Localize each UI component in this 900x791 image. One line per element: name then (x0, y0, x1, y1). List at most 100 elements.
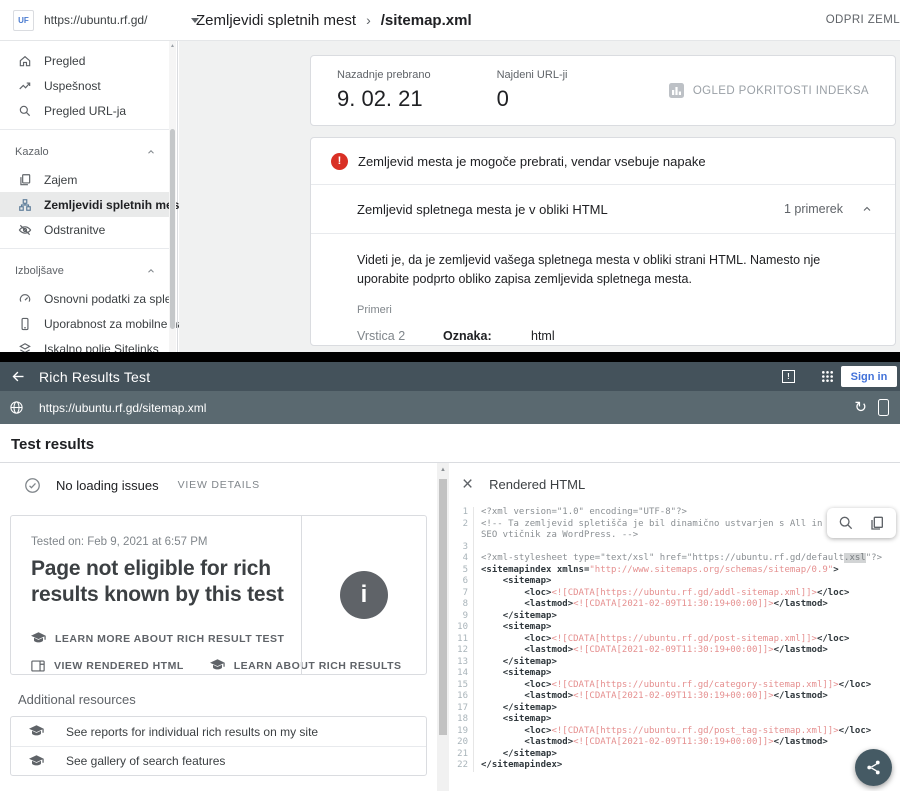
check-circle-icon (24, 477, 41, 494)
graduation-cap-icon (29, 725, 44, 738)
sidebar-item-uspesnost[interactable]: Uspešnost (0, 73, 170, 98)
code-line: 9 </sitemap> (449, 611, 900, 623)
code-line: 14 <sitemap> (449, 668, 900, 680)
code-line: 19 <loc><![CDATA[https://ubuntu.rf.gd/po… (449, 726, 900, 738)
last-read-stat: Nazadnje prebrano 9. 02. 21 (337, 69, 431, 112)
rrt-app-title: Rich Results Test (39, 369, 150, 385)
tested-url[interactable]: https://ubuntu.rf.gd/sitemap.xml (39, 401, 206, 415)
bar-chart-icon (669, 83, 684, 98)
sidebar-item-osnovni-podatki[interactable]: Osnovni podatki za splet (0, 286, 170, 311)
rendered-html-header: × Rendered HTML (449, 463, 900, 505)
copy-icon[interactable] (869, 515, 885, 531)
sitemap-icon (18, 198, 32, 212)
scroll-up-icon: ▲ (169, 43, 176, 49)
panel-scrollbar[interactable]: ▲ (437, 463, 449, 791)
property-url: https://ubuntu.rf.gd/ (44, 13, 147, 27)
back-arrow-icon[interactable] (11, 369, 26, 384)
error-icon: ! (331, 153, 348, 170)
view-rendered-html-link[interactable]: VIEW RENDERED HTML (31, 659, 184, 672)
code-line: 18 <sitemap> (449, 714, 900, 726)
code-line: 20 <lastmod><![CDATA[2021-02-09T11:30:19… (449, 737, 900, 749)
panel-scrollbar-thumb[interactable] (439, 479, 447, 735)
code-line: 12 <lastmod><![CDATA[2021-02-09T11:30:19… (449, 645, 900, 657)
index-coverage-button[interactable]: OGLED POKRITOSTI INDEKSA (669, 83, 869, 98)
rrt-url-bar: https://ubuntu.rf.gd/sitemap.xml ↻ (0, 391, 900, 424)
breadcrumb: Zemljevidi spletnih mest › /sitemap.xml (196, 0, 472, 40)
apps-grid-icon[interactable] (821, 370, 834, 383)
sidebar-item-zajem[interactable]: Zajem (0, 167, 170, 192)
test-results-title: Test results (0, 424, 900, 462)
additional-resources-title: Additional resources (18, 692, 437, 707)
search-code-icon[interactable] (838, 515, 854, 531)
share-fab[interactable] (855, 749, 892, 786)
example-tag-label: Oznaka: (443, 329, 531, 343)
rrt-header: Rich Results Test ! Sign in (0, 362, 900, 391)
error-headline-row: ! Zemljevid mesta je mogoče prebrati, ve… (311, 138, 895, 185)
sign-in-button[interactable]: Sign in (841, 366, 897, 387)
sidebar-scrollbar[interactable]: ▲ (169, 41, 176, 352)
code-line: 11 <loc><![CDATA[https://ubuntu.rf.gd/po… (449, 634, 900, 646)
browser-window-icon (31, 660, 45, 672)
globe-icon (9, 400, 24, 415)
code-line: 6 <sitemap> (449, 576, 900, 588)
tested-on: Tested on: Feb 9, 2021 at 6:57 PM (31, 536, 303, 548)
sidebar-section-izboljsave[interactable]: Izboljšave (0, 255, 170, 286)
code-toolbar (827, 508, 896, 538)
performance-icon (18, 79, 32, 93)
gsc-main: Nazadnje prebrano 9. 02. 21 Najdeni URL-… (179, 41, 900, 352)
rich-results-section: Rich Results Test ! Sign in https://ubun… (0, 362, 900, 791)
sidebar-section-kazalo[interactable]: Kazalo (0, 136, 170, 167)
resource-link-gallery[interactable]: See gallery of search features (11, 746, 426, 775)
code-line: 10 <sitemap> (449, 622, 900, 634)
share-icon (865, 759, 882, 776)
search-console-section: UF https://ubuntu.rf.gd/ Zemljevidi sple… (0, 0, 900, 352)
site-favicon: UF (13, 10, 34, 31)
error-detail: Videti je, da je zemljevid vašega spletn… (311, 234, 895, 343)
rrt-content: Test results No loading issues VIEW DETA… (0, 424, 900, 791)
info-icon: i (340, 571, 388, 619)
refresh-icon[interactable]: ↻ (854, 400, 867, 415)
example-row: Vrstica 2 Oznaka: html (357, 329, 869, 343)
chevron-up-icon (861, 203, 873, 215)
code-line: 7 <loc><![CDATA[https://ubuntu.rf.gd/add… (449, 588, 900, 600)
results-left-panel: No loading issues VIEW DETAILS Tested on… (0, 463, 437, 791)
rendered-html-title: Rendered HTML (489, 477, 585, 492)
graduation-cap-icon (31, 632, 46, 645)
code-line: 4<?xml-stylesheet type="text/xsl" href="… (449, 553, 900, 565)
additional-resources-card: See reports for individual rich results … (10, 716, 427, 776)
breadcrumb-separator-icon: › (366, 12, 371, 28)
sidebar-scrollbar-thumb[interactable] (170, 129, 175, 329)
property-selector[interactable]: UF https://ubuntu.rf.gd/ (13, 0, 199, 40)
sidebar-item-odstranitve[interactable]: Odstranitve (0, 217, 170, 242)
close-icon[interactable]: × (462, 475, 473, 494)
loading-status-row: No loading issues VIEW DETAILS (0, 463, 437, 507)
feedback-icon[interactable]: ! (782, 370, 795, 383)
sidebar-item-pregled[interactable]: Pregled (0, 48, 170, 73)
code-line: 17 </sitemap> (449, 703, 900, 715)
rendered-code: 1<?xml version="1.0" encoding="UTF-8"?>2… (449, 505, 900, 772)
screen: UF https://ubuntu.rf.gd/ Zemljevidi sple… (0, 0, 900, 791)
view-details-link[interactable]: VIEW DETAILS (178, 479, 260, 491)
sidebar-item-uporabnost-mobilne[interactable]: Uporabnost za mobilne napr... (0, 311, 170, 336)
smartphone-icon (18, 317, 32, 331)
resource-link-reports[interactable]: See reports for individual rich results … (11, 717, 426, 746)
breadcrumb-section[interactable]: Zemljevidi spletnih mest (196, 12, 356, 29)
learn-more-test-link[interactable]: LEARN MORE ABOUT RICH RESULT TEST (31, 632, 303, 645)
error-issue-row[interactable]: Zemljevid spletnega mesta je v obliki HT… (311, 185, 895, 234)
urls-found-stat: Najdeni URL-ji 0 (497, 69, 568, 112)
graduation-cap-icon (29, 755, 44, 768)
last-read-label: Nazadnje prebrano (337, 69, 431, 81)
sidebar-divider (0, 248, 170, 249)
sidebar-item-zemljevidi[interactable]: Zemljevidi spletnih mest (0, 192, 170, 217)
code-line: 3 (449, 542, 900, 554)
code-line: 13 </sitemap> (449, 657, 900, 669)
smartphone-icon[interactable] (878, 399, 889, 416)
open-sitemap-link[interactable]: ODPRI ZEML (826, 0, 900, 40)
sidebar-item-pregled-urlja[interactable]: Pregled URL-ja (0, 98, 170, 123)
graduation-cap-icon (210, 659, 225, 672)
error-card: ! Zemljevid mesta je mogoče prebrati, ve… (310, 137, 896, 346)
pages-icon (18, 173, 32, 187)
result-card: Tested on: Feb 9, 2021 at 6:57 PM Page n… (10, 515, 427, 675)
gauge-icon (18, 292, 32, 306)
chevron-up-icon (146, 266, 156, 276)
